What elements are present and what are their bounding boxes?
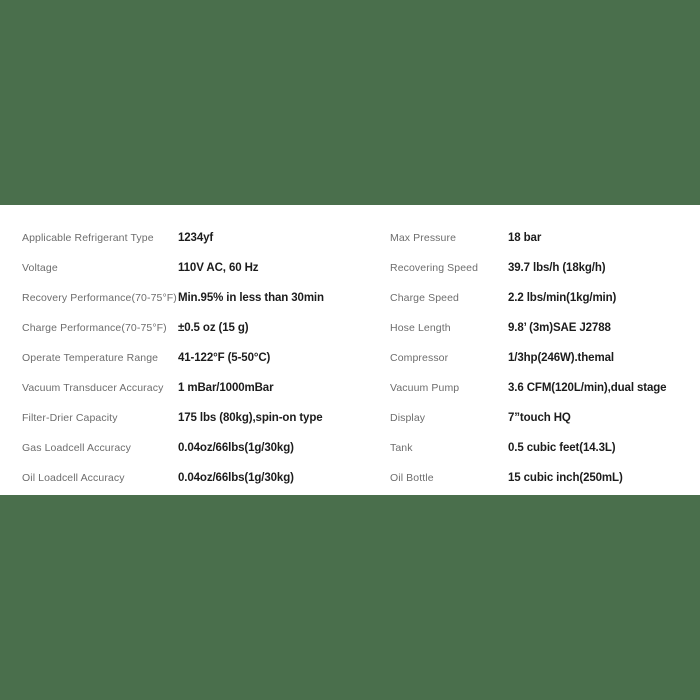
spec-value: Min.95% in less than 30min: [178, 292, 324, 304]
spec-value: 39.7 lbs/h (18kg/h): [508, 262, 606, 274]
spec-label: Hose Length: [390, 322, 451, 334]
table-row: Compressor 1/3hp(246W).themal: [390, 343, 700, 373]
spec-label: Compressor: [390, 352, 449, 364]
spec-label: Vacuum Pump: [390, 382, 460, 394]
spec-label: Applicable Refrigerant Type: [22, 232, 154, 244]
spec-value: 18 bar: [508, 232, 542, 244]
bottom-background-band: [0, 495, 700, 700]
table-row: Vacuum Pump 3.6 CFM(120L/min),dual stage: [390, 373, 700, 403]
spec-label: Display: [390, 412, 426, 424]
table-row: Vacuum Transducer Accuracy 1 mBar/1000mB…: [22, 373, 368, 403]
spec-rows-left: Applicable Refrigerant Type 1234yf Volta…: [22, 205, 368, 493]
top-background-band: [0, 0, 700, 205]
spec-label: Charge Speed: [390, 292, 459, 304]
table-row: Gas Loadcell Accuracy 0.04oz/66lbs(1g/30…: [22, 433, 368, 463]
table-row: Oil Bottle 15 cubic inch(250mL): [390, 463, 700, 493]
table-row: Oil Loadcell Accuracy 0.04oz/66lbs(1g/30…: [22, 463, 368, 493]
spec-value: 7”touch HQ: [508, 412, 571, 424]
spec-value: 1234yf: [178, 232, 214, 244]
spec-label: Gas Loadcell Accuracy: [22, 442, 132, 454]
spec-label: Recovery Performance(70-75°F): [22, 292, 177, 304]
table-row: Charge Speed 2.2 lbs/min(1kg/min): [390, 283, 700, 313]
spec-value: 0.04oz/66lbs(1g/30kg): [178, 442, 294, 454]
table-row: Charge Performance(70-75°F) ±0.5 oz (15 …: [22, 313, 368, 343]
spec-value: 0.5 cubic feet(14.3L): [508, 442, 616, 454]
spec-column-left: Applicable Refrigerant Type 1234yf Volta…: [0, 205, 368, 495]
table-row: Applicable Refrigerant Type 1234yf: [22, 223, 368, 253]
table-row: Max Pressure 18 bar: [390, 223, 700, 253]
spec-value: 175 lbs (80kg),spin-on type: [178, 412, 323, 424]
spec-label: Recovering Speed: [390, 262, 479, 274]
spec-rows-right: Max Pressure 18 bar Recovering Speed 39.…: [390, 205, 700, 493]
specification-panel: Applicable Refrigerant Type 1234yf Volta…: [0, 205, 700, 495]
spec-label: Charge Performance(70-75°F): [22, 322, 167, 334]
spec-value: 9.8’ (3m)SAE J2788: [508, 322, 611, 334]
specification-columns: Applicable Refrigerant Type 1234yf Volta…: [0, 205, 700, 495]
spec-label: Vacuum Transducer Accuracy: [22, 382, 164, 394]
table-row: Voltage 110V AC, 60 Hz: [22, 253, 368, 283]
table-row: Recovering Speed 39.7 lbs/h (18kg/h): [390, 253, 700, 283]
spec-value: ±0.5 oz (15 g): [178, 322, 249, 334]
spec-column-right: Max Pressure 18 bar Recovering Speed 39.…: [368, 205, 700, 495]
table-row: Display 7”touch HQ: [390, 403, 700, 433]
spec-value: 110V AC, 60 Hz: [178, 262, 259, 274]
spec-label: Oil Bottle: [390, 472, 434, 484]
spec-label: Tank: [390, 442, 413, 454]
page-root: Applicable Refrigerant Type 1234yf Volta…: [0, 0, 700, 700]
spec-value: 41-122°F (5-50°C): [178, 352, 271, 364]
table-row: Recovery Performance(70-75°F) Min.95% in…: [22, 283, 368, 313]
table-row: Filter-Drier Capacity 175 lbs (80kg),spi…: [22, 403, 368, 433]
spec-value: 15 cubic inch(250mL): [508, 472, 623, 484]
spec-label: Oil Loadcell Accuracy: [22, 472, 125, 484]
table-row: Tank 0.5 cubic feet(14.3L): [390, 433, 700, 463]
table-row: Operate Temperature Range 41-122°F (5-50…: [22, 343, 368, 373]
table-row: Hose Length 9.8’ (3m)SAE J2788: [390, 313, 700, 343]
spec-label: Operate Temperature Range: [22, 352, 159, 364]
spec-value: 1/3hp(246W).themal: [508, 352, 614, 364]
spec-label: Max Pressure: [390, 232, 457, 244]
spec-value: 0.04oz/66lbs(1g/30kg): [178, 472, 294, 484]
spec-value: 2.2 lbs/min(1kg/min): [508, 292, 617, 304]
spec-label: Voltage: [22, 262, 58, 274]
spec-value: 1 mBar/1000mBar: [178, 382, 274, 394]
spec-value: 3.6 CFM(120L/min),dual stage: [508, 382, 667, 394]
spec-label: Filter-Drier Capacity: [22, 412, 118, 424]
